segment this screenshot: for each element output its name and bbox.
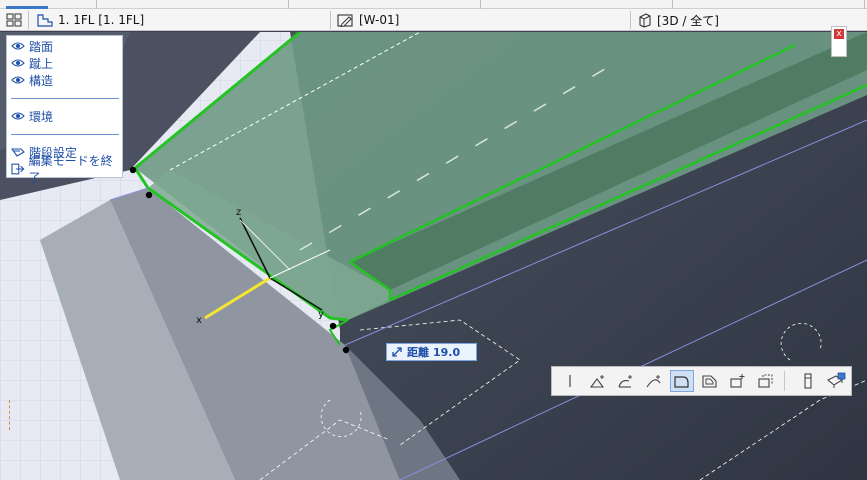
stair-edit-panel: 踏面 蹴上 構造 環境 階段設定 編集モードを終了 [6,35,123,185]
tab-wall-element[interactable]: [W-01] [333,9,403,31]
straight-segment-icon [569,375,571,387]
panel-item-label: 編集モードを終了 [28,154,113,185]
eye-icon [11,76,25,84]
rise-button[interactable] [796,370,820,392]
eye-icon [11,42,25,50]
wall-label: [W-01] [359,13,400,27]
tab-divider [330,11,331,29]
close-button[interactable]: x [834,29,844,39]
arc-center-icon [589,375,605,388]
floor-plan-icon [37,13,53,27]
add-vertex-button[interactable] [726,370,750,392]
panel-divider [11,134,119,135]
panel-item-exit-edit-mode[interactable]: 編集モードを終了 [11,154,122,185]
tab-divider [28,11,29,29]
tab-divider [630,11,631,29]
arc-center-button[interactable] [586,370,610,392]
grid-icon [6,13,22,27]
panel-item-riser[interactable]: 蹴上 [11,55,53,71]
delete-vertex-icon [758,374,773,388]
landing-button[interactable] [824,370,848,392]
offset-edge-button[interactable] [670,370,694,392]
arc-tangent-button[interactable] [614,370,638,392]
rise-icon [804,373,812,389]
eye-icon [11,59,25,67]
offset-edge-icon [674,376,689,388]
panel-item-label: 構造 [29,73,54,88]
panel-item-label: 蹴上 [29,56,54,71]
axis-label-x: x [196,315,202,326]
close-panel-box: x [831,26,847,57]
arc-three-point-icon [646,375,661,388]
add-vertex-icon [730,374,745,388]
strip-divider [672,0,673,9]
story-label: 1. 1FL [1. 1FL] [58,13,145,27]
panel-item-label: 環境 [29,109,54,124]
tab-3d-view[interactable]: [3D / 全て] [633,9,723,31]
distance-tracker[interactable]: 距離 19.0 [386,343,477,361]
strip-divider [480,0,481,9]
tracker-label: 距離 [407,346,429,359]
panel-item-environment[interactable]: 環境 [11,108,53,124]
panel-divider [11,98,119,99]
3d-viewport[interactable]: x z y [0,32,867,480]
scroll-marker [9,400,14,430]
panel-item-structure[interactable]: 構造 [11,72,53,88]
strip-divider [288,0,289,9]
strip-divider [96,0,97,9]
view-label: [3D / 全て] [657,13,719,28]
tab-floor-plan[interactable]: 1. 1FL [1. 1FL] [32,9,148,31]
eye-icon [11,112,25,120]
straight-segment-button[interactable] [558,370,582,392]
landing-icon [827,372,846,388]
layout-grid-button[interactable] [2,9,26,31]
diagonal-arrow-icon [392,347,402,357]
stair-settings-icon [11,148,25,157]
pet-palette-toolbar [551,366,852,396]
delete-vertex-button[interactable] [754,370,778,392]
edit-pencil-icon [337,13,353,27]
3d-box-icon [639,13,651,28]
arc-tangent-icon [618,375,632,388]
axis-label-z: z [236,207,241,218]
toolbar-divider [784,371,785,391]
arc-three-point-button[interactable] [642,370,666,392]
panel-item-label: 踏面 [29,39,54,54]
exit-icon [11,163,25,175]
top-strip [0,0,867,9]
tracker-value: 19.0 [433,345,461,359]
panel-item-tread[interactable]: 踏面 [11,38,53,54]
axis-label-y: y [318,309,324,320]
view-tab-bar: 1. 1FL [1. 1FL] [W-01] [3D / 全て] [0,9,867,31]
strip-divider [864,0,865,9]
fillet-button[interactable] [698,370,722,392]
fillet-icon [702,375,717,388]
3d-scene: x z y [0,32,867,480]
